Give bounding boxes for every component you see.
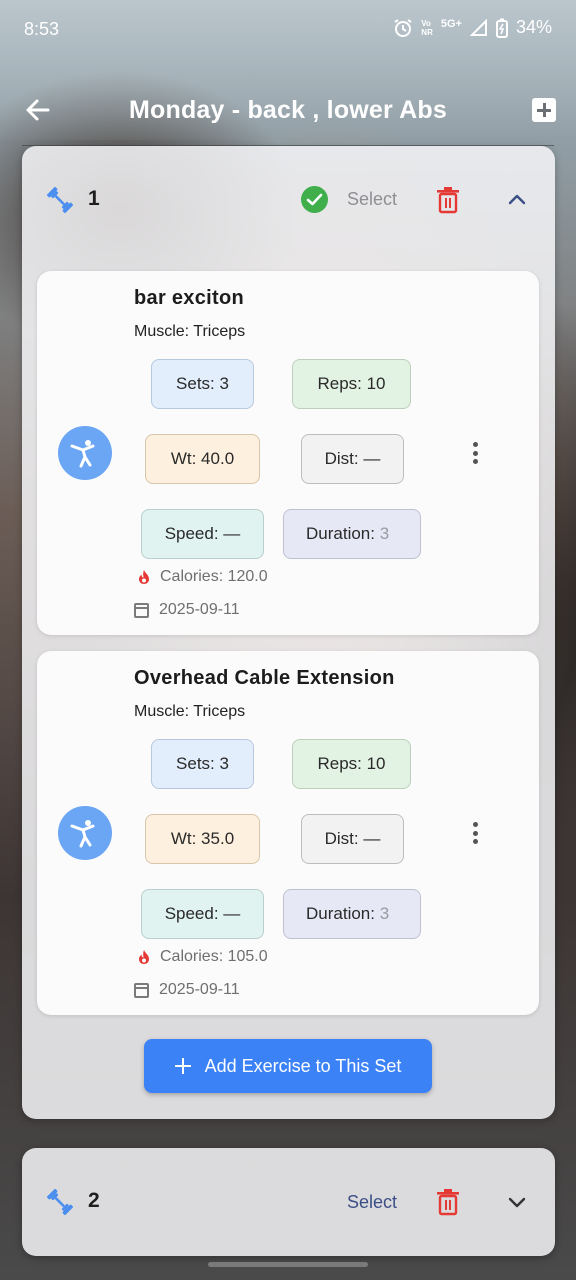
status-icons: Vo NR 5G+ 34% <box>393 17 552 38</box>
speed-chip: Speed: — <box>141 509 264 559</box>
distance-chip: Dist: — <box>301 434 404 484</box>
fire-icon <box>139 570 149 584</box>
more-vert-icon[interactable] <box>471 822 479 846</box>
distance-chip: Dist: — <box>301 814 404 864</box>
more-vert-icon[interactable] <box>471 442 479 466</box>
select-button[interactable]: Select <box>347 1192 397 1213</box>
plus-icon <box>174 1058 191 1074</box>
chevron-down-icon[interactable] <box>506 1194 528 1210</box>
calories-row: Calories: 120.0 <box>136 568 268 586</box>
calories-value: Calories: 120.0 <box>160 568 268 585</box>
app-bar: Monday - back , lower Abs <box>0 82 576 138</box>
battery-level: 34% <box>515 17 552 37</box>
trash-icon[interactable] <box>436 1188 460 1216</box>
chevron-up-icon[interactable] <box>506 191 528 207</box>
add-exercise-label: Add Exercise to This Set <box>204 1055 402 1076</box>
trash-icon[interactable] <box>436 186 460 214</box>
weight-chip: Wt: 40.0 <box>145 434 260 484</box>
network-labels: Vo NR <box>421 19 433 37</box>
dumbbell-icon <box>46 186 74 214</box>
network-type: 5G+ <box>440 17 462 30</box>
speed-chip: Speed: — <box>141 889 264 939</box>
set-panel-1: 1 Select bar exciton Muscle: Triceps Set… <box>22 146 555 1119</box>
set-header[interactable]: 1 Select <box>22 146 555 256</box>
divider <box>22 1120 554 1121</box>
calendar-icon <box>134 602 149 618</box>
martial-arts-icon <box>58 426 112 480</box>
exercise-muscle: Muscle: Triceps <box>134 703 246 720</box>
exercise-name: bar exciton <box>134 287 244 309</box>
date-row: 2025-09-11 <box>134 601 240 619</box>
set-panel-2[interactable]: 2 Select <box>22 1148 555 1256</box>
calendar-icon <box>134 982 149 998</box>
check-circle-icon <box>301 186 328 213</box>
gesture-nav-bar[interactable] <box>208 1262 368 1267</box>
alarm-icon <box>394 18 412 37</box>
add-box-icon[interactable] <box>532 98 556 122</box>
martial-arts-icon <box>58 806 112 860</box>
calories-row: Calories: 105.0 <box>136 948 268 966</box>
signal-icon <box>469 18 487 36</box>
set-number: 1 <box>88 187 100 210</box>
status-bar: 8:53 Vo NR 5G+ 34% <box>0 0 576 60</box>
sets-chip: Sets: 3 <box>151 359 254 409</box>
duration-chip: Duration: 3 <box>283 889 421 939</box>
reps-chip: Reps: 10 <box>292 739 411 789</box>
fire-icon <box>139 950 149 964</box>
calories-value: Calories: 105.0 <box>160 948 268 965</box>
dumbbell-icon <box>46 1188 74 1216</box>
set-number: 2 <box>88 1189 100 1212</box>
network-bottom-label: NR <box>421 27 433 37</box>
exercise-name: Overhead Cable Extension <box>134 667 395 689</box>
add-exercise-button[interactable]: Add Exercise to This Set <box>144 1039 432 1093</box>
battery-icon <box>495 18 508 38</box>
duration-label: Duration: <box>306 904 380 923</box>
select-button[interactable]: Select <box>347 189 397 210</box>
duration-chip: Duration: 3 <box>283 509 421 559</box>
status-time: 8:53 <box>24 19 60 39</box>
date-value: 2025-09-11 <box>159 981 240 998</box>
network-top-label: Vo <box>421 18 431 28</box>
duration-value: 3 <box>379 904 390 923</box>
duration-label: Duration: <box>306 524 380 543</box>
reps-chip: Reps: 10 <box>292 359 411 409</box>
exercise-card[interactable]: Overhead Cable Extension Muscle: Triceps… <box>37 651 539 1015</box>
date-value: 2025-09-11 <box>159 601 240 618</box>
date-row: 2025-09-11 <box>134 981 240 999</box>
page-title: Monday - back , lower Abs <box>128 96 448 124</box>
exercise-card[interactable]: bar exciton Muscle: Triceps Sets: 3 Reps… <box>37 271 539 635</box>
sets-chip: Sets: 3 <box>151 739 254 789</box>
weight-chip: Wt: 35.0 <box>145 814 260 864</box>
exercise-muscle: Muscle: Triceps <box>134 323 246 340</box>
duration-value: 3 <box>379 524 390 543</box>
